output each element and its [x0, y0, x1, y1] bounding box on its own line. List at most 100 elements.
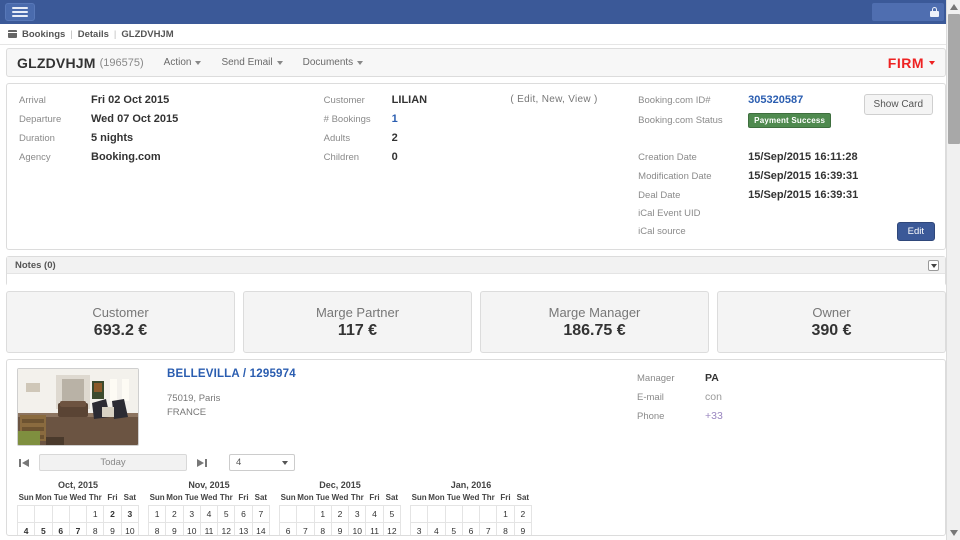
value-bookings-count[interactable]: 1 [392, 113, 398, 125]
value-phone[interactable]: +33 [705, 410, 723, 422]
calendar-day-cell[interactable]: 6 [461, 522, 481, 535]
calendar-day-cell[interactable]: 3 [409, 522, 429, 535]
calendar-day-cell[interactable]: 2 [513, 505, 533, 523]
today-button[interactable]: Today [39, 454, 187, 471]
calendar-months: Oct, 2015 Sun Mon Tue Wed Thr Fri Sat 12345678… [16, 480, 935, 535]
value-adults: 2 [391, 132, 398, 144]
scrollbar-thumb[interactable] [948, 14, 960, 144]
calendar-day-cell[interactable]: 6 [234, 505, 253, 523]
value-email[interactable]: con [705, 391, 722, 403]
calendar-day-cell[interactable]: 3 [120, 505, 140, 523]
calendar-day-cell[interactable]: 10 [348, 522, 367, 535]
calendar-day-cell[interactable]: 10 [120, 522, 140, 535]
calendar-day-blank [427, 505, 446, 523]
calendar-day-cell[interactable]: 5 [382, 505, 402, 523]
skip-previous-icon[interactable] [17, 456, 31, 470]
calendar-day-cell[interactable]: 4 [365, 505, 384, 523]
calendar-day-cell[interactable]: 13 [234, 522, 253, 535]
label-manager: Manager [637, 373, 675, 384]
calendar-day-cell[interactable]: 4 [427, 522, 446, 535]
calendar-day-cell[interactable]: 12 [382, 522, 402, 535]
edit-button[interactable]: Edit [896, 222, 935, 241]
calendar-day-cell[interactable]: 2 [165, 505, 184, 523]
calendar-day-cell[interactable]: 9 [330, 522, 350, 535]
calendar-day-cell[interactable]: 8 [147, 522, 167, 535]
scroll-down-icon[interactable] [947, 526, 960, 540]
customer-edit-new-view-links[interactable]: ( Edit, New, View ) [510, 94, 638, 105]
detail-row-bookings-count: # Bookings 1 [324, 113, 511, 125]
page-scrollbar[interactable] [946, 0, 960, 540]
scroll-up-icon[interactable] [947, 0, 960, 14]
month-title: Jan, 2016 [450, 480, 492, 490]
kpi-card-owner: Owner 390 € [717, 291, 946, 353]
calendar-day-cell[interactable]: 8 [496, 522, 515, 535]
calendar-day-cell[interactable]: 1 [313, 505, 332, 523]
property-title-link[interactable]: BELLEVILLA / 1295974 [167, 368, 296, 380]
calendar-day-blank [479, 505, 498, 523]
calendar-day-cell[interactable]: 7 [68, 522, 88, 535]
calendar-day-cell[interactable]: 7 [251, 505, 271, 523]
calendar-day-cell[interactable]: 6 [51, 522, 70, 535]
calendar-day-cell[interactable]: 7 [296, 522, 315, 535]
calendar-day-cell[interactable]: 5 [34, 522, 53, 535]
property-thumbnail[interactable] [17, 368, 139, 446]
show-card-button[interactable]: Show Card [863, 94, 933, 115]
calendar-day-cell[interactable]: 2 [330, 505, 350, 523]
calendar-day-cell[interactable]: 1 [496, 505, 515, 523]
calendar-day-cell[interactable]: 4 [16, 522, 36, 535]
calendar-day-cell[interactable]: 8 [313, 522, 332, 535]
calendar-day-cell[interactable]: 10 [182, 522, 201, 535]
calendar-day-cell[interactable]: 9 [103, 522, 122, 535]
calendar-day-cell[interactable]: 9 [165, 522, 184, 535]
calendar-day-cell[interactable]: 14 [251, 522, 271, 535]
menu-action[interactable]: Action [164, 57, 202, 68]
calendar-day-cell[interactable]: 8 [86, 522, 105, 535]
action-menu-bar: Action Send Email Documents [164, 57, 364, 68]
calendar-day-cell[interactable]: 2 [103, 505, 122, 523]
calendar-day-cell[interactable]: 3 [182, 505, 201, 523]
breadcrumb-item-details[interactable]: Details [78, 29, 109, 40]
calendar-day-cell[interactable]: 11 [199, 522, 219, 535]
kpi-card-marge-manager: Marge Manager 186.75 € [480, 291, 709, 353]
calendar-month-0: Oct, 2015 Sun Mon Tue Wed Thr Fri Sat 12345678… [16, 480, 140, 535]
calendar-day-blank [296, 505, 315, 523]
breadcrumb-item-bookings[interactable]: Bookings [22, 29, 65, 40]
lock-button[interactable] [872, 3, 944, 21]
weekday-header: Tue [315, 493, 330, 502]
weekday-header: Mon [35, 493, 52, 502]
calendar-day-cell[interactable]: 1 [147, 505, 167, 523]
calendar-day-cell[interactable]: 4 [199, 505, 219, 523]
value-customer: LILIAN [391, 94, 428, 106]
notes-collapse-toggle[interactable] [928, 260, 939, 271]
skip-next-icon[interactable] [195, 456, 209, 470]
month-grid: Sun Mon Tue Wed Thr Fri Sat 1 2 3 4 5 6 7 8 9 10 11 12 [278, 493, 402, 535]
weekday-header: Fri [238, 493, 249, 502]
month-count-select[interactable]: 4 [229, 454, 295, 471]
calendar-day-cell[interactable]: 1 [86, 505, 105, 523]
notes-header[interactable]: Notes (0) [7, 257, 945, 274]
kpi-value-marge-partner: 117 € [337, 321, 378, 339]
value-bookingcom-id[interactable]: 305320587 [748, 94, 803, 106]
calendar-day-cell[interactable]: 9 [513, 522, 533, 535]
chevron-down-icon [195, 60, 202, 65]
menu-documents[interactable]: Documents [303, 57, 364, 68]
value-deal-date: 15/Sep/2015 16:39:31 [748, 189, 859, 201]
calendar-day-cell[interactable]: 5 [217, 505, 236, 523]
status-badge-firm[interactable]: FIRM [888, 55, 935, 71]
weekday-header: Sat [385, 493, 399, 502]
menu-send-email[interactable]: Send Email [221, 57, 283, 68]
value-manager: PA [705, 372, 719, 384]
booking-code: GLZDVHJM [17, 54, 96, 71]
calendar-day-cell[interactable]: 7 [479, 522, 498, 535]
calendar-day-cell[interactable]: 6 [278, 522, 298, 535]
top-navigation-bar [0, 0, 952, 24]
chevron-down-icon [930, 263, 937, 268]
calendar-day-cell[interactable]: 5 [444, 522, 463, 535]
hamburger-menu-icon[interactable] [5, 3, 35, 21]
month-body: 1 2 3 4 5 6 7 8 9 10 11 12 [278, 505, 402, 535]
month-title: Oct, 2015 [57, 480, 99, 490]
breadcrumb: Bookings | Details | GLZDVHJM [0, 24, 952, 45]
calendar-day-cell[interactable]: 11 [365, 522, 384, 535]
calendar-day-cell[interactable]: 3 [348, 505, 367, 523]
calendar-day-cell[interactable]: 12 [217, 522, 236, 535]
